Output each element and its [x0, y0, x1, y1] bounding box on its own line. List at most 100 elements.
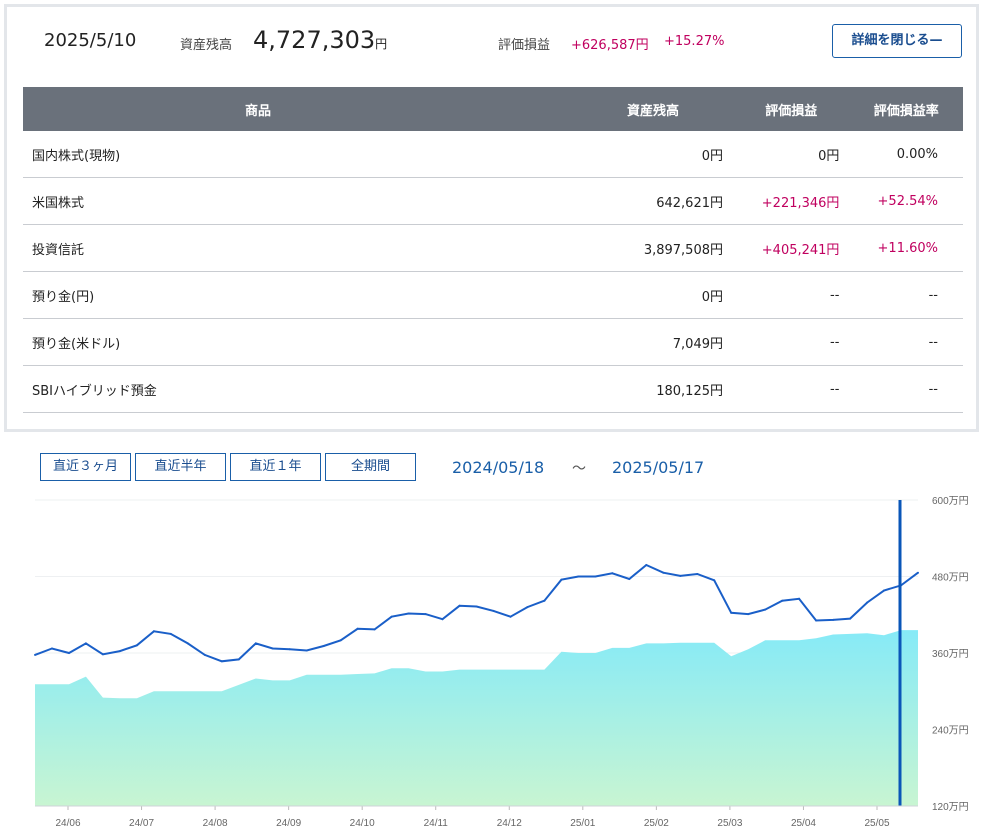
row-balance: 7,049円 — [493, 318, 733, 366]
summary-date: 2025/5/10 — [44, 30, 137, 51]
row-pl: +405,241円 — [733, 224, 850, 272]
data-point — [832, 618, 835, 621]
header-pl: 評価損益 — [733, 87, 850, 131]
table-row: 投資信託 3,897,508円 +405,241円 +11.60% — [23, 224, 963, 272]
row-pl-rate: -- — [849, 318, 963, 366]
table-row: 国内株式(現物) 0円 0円 0.00% — [23, 131, 963, 178]
row-pl-rate: -- — [849, 271, 963, 319]
row-pl: -- — [733, 318, 850, 366]
data-point — [322, 645, 325, 647]
close-details-button[interactable]: 詳細を閉じる— — [832, 24, 962, 58]
data-point — [849, 617, 852, 620]
row-balance: 180,125円 — [493, 365, 733, 413]
period-1year-button[interactable]: 直近１年 — [230, 453, 321, 481]
data-point — [203, 653, 206, 656]
period-3months-button[interactable]: 直近３ヶ月 — [40, 453, 131, 481]
data-point — [458, 604, 461, 607]
data-point — [645, 564, 648, 566]
row-product-name: 投資信託 — [23, 224, 493, 272]
row-product-name: 預り金(円) — [23, 271, 493, 319]
data-point — [169, 632, 172, 635]
pl-label: 評価損益 — [498, 38, 551, 53]
data-point — [424, 613, 427, 616]
data-point — [356, 627, 359, 630]
range-end: 2025/05/17 — [612, 458, 705, 477]
row-balance: 0円 — [493, 271, 733, 319]
data-point — [917, 571, 919, 574]
x-tick-label: 24/09 — [276, 818, 301, 829]
data-point — [866, 601, 869, 604]
x-tick-label: 24/08 — [203, 818, 228, 829]
row-product-name: 国内株式(現物) — [23, 131, 493, 178]
x-tick-label: 24/10 — [350, 818, 375, 829]
asset-history-chart[interactable]: 600万円 480万円 360万円 240万円 120万円 24/06 24/07 24/0… — [0, 490, 985, 831]
data-point — [254, 642, 257, 645]
table-row: 預り金(円) 0円 -- -- — [23, 271, 963, 319]
data-point — [390, 615, 393, 618]
y-tick-label: 360万円 — [932, 649, 969, 660]
balance-amount: 4,727,303 — [253, 26, 376, 54]
data-point — [407, 612, 410, 615]
table-header-row: 商品 資産残高 評価損益 評価損益率 — [23, 87, 963, 131]
header-product: 商品 — [23, 87, 493, 131]
x-tick-label: 24/11 — [424, 818, 449, 829]
row-product-name: SBIハイブリッド預金 — [23, 365, 493, 413]
row-pl-rate: 0.00% — [849, 131, 963, 178]
row-balance: 0円 — [493, 131, 733, 178]
data-point — [305, 649, 308, 652]
data-point — [543, 599, 546, 602]
data-point — [781, 599, 784, 602]
data-point — [475, 605, 478, 608]
x-tick-label: 25/02 — [644, 818, 669, 829]
data-point — [186, 642, 189, 645]
x-tick-label: 25/01 — [570, 818, 595, 829]
row-pl: -- — [733, 365, 850, 413]
data-point — [594, 575, 597, 578]
pl-percent: +15.27% — [664, 34, 725, 49]
data-point — [577, 575, 580, 578]
y-tick-label: 120万円 — [932, 802, 969, 813]
x-tick-label: 25/05 — [864, 818, 889, 829]
range-separator: ～ — [572, 461, 586, 477]
header-balance: 資産残高 — [493, 87, 733, 131]
table-row: SBIハイブリッド預金 180,125円 -- -- — [23, 365, 963, 413]
data-point — [441, 618, 444, 621]
data-point — [288, 648, 291, 651]
data-point — [220, 660, 223, 663]
row-pl: -- — [733, 271, 850, 319]
data-point — [34, 653, 36, 656]
data-point — [152, 630, 155, 633]
data-point — [611, 572, 614, 575]
data-point — [679, 574, 682, 577]
period-all-button[interactable]: 全期間 — [325, 453, 416, 481]
data-point — [509, 615, 512, 618]
data-point — [696, 573, 699, 575]
table-row: 米国株式 642,621円 +221,346円 +52.54% — [23, 177, 963, 225]
data-point — [560, 578, 563, 581]
y-tick-label: 600万円 — [932, 496, 969, 507]
data-point — [628, 578, 631, 580]
period-6months-button[interactable]: 直近半年 — [135, 453, 226, 481]
data-point — [730, 611, 733, 614]
data-point — [84, 642, 87, 645]
data-point — [492, 609, 495, 612]
table-row: 預り金(米ドル) 7,049円 -- -- — [23, 318, 963, 366]
row-product-name: 米国株式 — [23, 177, 493, 225]
data-point — [764, 608, 767, 611]
range-start: 2024/05/18 — [452, 458, 545, 477]
row-pl: 0円 — [733, 131, 850, 178]
data-point — [662, 571, 665, 574]
row-pl-rate: -- — [849, 365, 963, 413]
x-tick-label: 24/07 — [129, 818, 154, 829]
data-point — [526, 606, 529, 609]
pl-yen: +626,587円 — [571, 38, 649, 53]
x-tick-label: 25/03 — [717, 818, 742, 829]
row-pl: +221,346円 — [733, 177, 850, 225]
balance-label: 資産残高 — [180, 38, 233, 53]
data-point — [68, 652, 70, 654]
asset-table: 商品 資産残高 評価損益 評価損益率 国内株式(現物) 0円 0円 0.00% 米国株式… — [23, 87, 963, 413]
y-tick-label: 240万円 — [932, 726, 969, 737]
data-point — [815, 619, 818, 622]
data-point — [798, 597, 801, 600]
data-point — [135, 644, 138, 647]
